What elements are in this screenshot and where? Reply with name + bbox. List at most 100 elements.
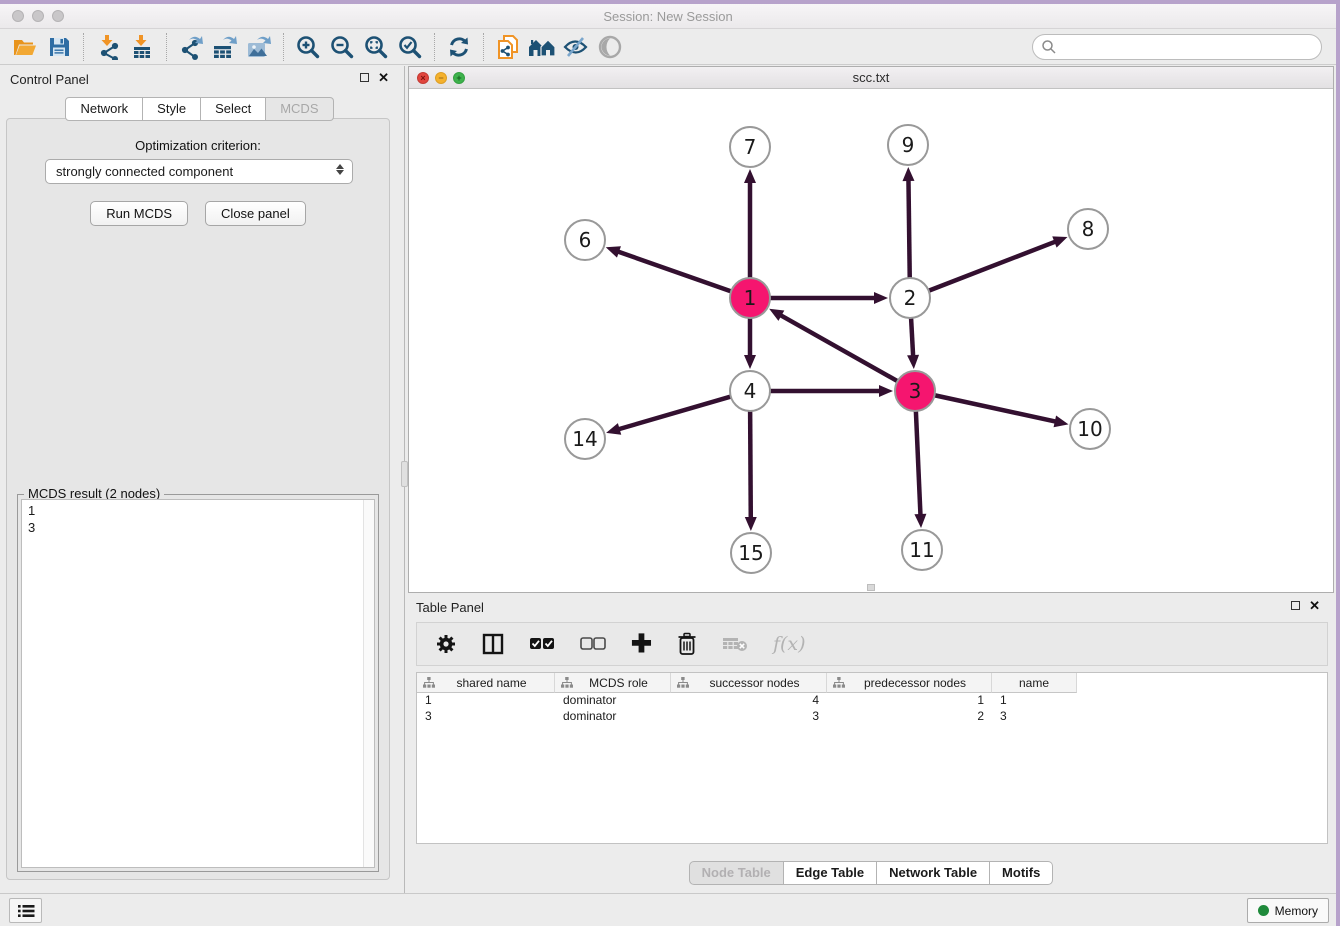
import-table-icon [129, 34, 155, 60]
graph-node-label: 4 [744, 379, 757, 403]
zoom-fit-icon [363, 34, 389, 60]
zoom-in-button[interactable] [291, 31, 325, 63]
tab-network-table[interactable]: Network Table [877, 861, 990, 885]
graph-edge-4-14 [618, 397, 731, 430]
graph-edge-3-1 [780, 315, 898, 381]
table-cell: 3 [992, 709, 1077, 725]
trash-icon [677, 632, 697, 656]
control-panel-title: Control Panel [10, 72, 89, 87]
deselect-all-button[interactable] [580, 630, 606, 658]
table-cell: 1 [827, 693, 992, 709]
optimization-label: Optimization criterion: [7, 138, 389, 153]
import-network-button[interactable] [91, 31, 125, 63]
table-options-button[interactable] [435, 630, 457, 658]
column-header-name[interactable]: name [992, 673, 1077, 693]
memory-status-icon [1258, 905, 1269, 916]
clone-network-button[interactable] [491, 31, 525, 63]
tab-style[interactable]: Style [143, 97, 201, 121]
apply-layout-button[interactable] [442, 31, 476, 63]
tab-node-table[interactable]: Node Table [689, 861, 784, 885]
tab-network[interactable]: Network [65, 97, 143, 121]
close-panel-button[interactable]: Close panel [205, 201, 306, 226]
network-window-titlebar: × − + scc.txt [409, 67, 1333, 89]
column-header-mcds-role[interactable]: MCDS role [555, 673, 671, 693]
graph-arrowhead [745, 517, 757, 531]
save-button[interactable] [42, 31, 76, 63]
table-cell: 3 [417, 709, 555, 725]
mcds-result-list[interactable]: 13 [21, 499, 375, 868]
zoom-selected-button[interactable] [393, 31, 427, 63]
select-all-button[interactable] [529, 630, 555, 658]
graph-arrowhead [744, 355, 756, 369]
float-panel-icon[interactable] [360, 73, 369, 82]
toolbar-separator [483, 33, 484, 61]
add-column-button[interactable]: ✚ [631, 630, 652, 658]
memory-button[interactable]: Memory [1247, 898, 1329, 923]
table-toolbar: ✚ f(x) [416, 622, 1328, 666]
column-sort-icon [561, 677, 573, 688]
close-panel-icon[interactable]: ✕ [378, 72, 389, 83]
eye-slash-icon [562, 35, 590, 59]
column-sort-icon [833, 677, 845, 688]
columns-icon [482, 633, 504, 655]
mcds-panel: Optimization criterion: strongly connect… [6, 118, 390, 880]
apply-function-button: f(x) [773, 630, 806, 658]
table-cell: 2 [827, 709, 992, 725]
desktop-accent-top [0, 0, 1340, 4]
table-body: 1dominator4113dominator323 [417, 693, 1327, 725]
run-mcds-button[interactable]: Run MCDS [90, 201, 188, 226]
zoom-in-icon [295, 34, 321, 60]
canvas-resize-handle-icon[interactable] [867, 584, 875, 591]
optimization-select[interactable]: strongly connected component [45, 159, 353, 184]
panel-splitter[interactable] [401, 66, 408, 893]
search-box[interactable] [1032, 34, 1322, 60]
table-row[interactable]: 3dominator323 [417, 709, 1327, 725]
graph-node-label: 3 [909, 379, 922, 403]
list-item[interactable]: 1 [28, 502, 374, 519]
network-canvas[interactable]: 7968124314101511 [409, 89, 1333, 592]
column-header-shared-name[interactable]: shared name [417, 673, 555, 693]
first-neighbors-button[interactable] [525, 31, 559, 63]
open-file-button[interactable] [8, 31, 42, 63]
list-item[interactable]: 3 [28, 519, 374, 536]
tab-edge-table[interactable]: Edge Table [784, 861, 877, 885]
window-title: Session: New Session [0, 9, 1336, 24]
tab-motifs[interactable]: Motifs [990, 861, 1053, 885]
graph-node-label: 1 [744, 286, 757, 310]
column-header-successor-nodes[interactable]: successor nodes [671, 673, 827, 693]
hide-style-button[interactable] [559, 31, 593, 63]
search-input[interactable] [1057, 37, 1321, 57]
toolbar-separator [83, 33, 84, 61]
graph-arrowhead [744, 169, 756, 183]
delete-column-button[interactable] [677, 630, 697, 658]
graph-node-label: 2 [904, 286, 917, 310]
close-table-panel-icon[interactable]: ✕ [1309, 600, 1320, 611]
splitter-grip-icon[interactable] [401, 461, 408, 487]
graph-node-label: 14 [572, 427, 597, 451]
export-table-button[interactable] [208, 31, 242, 63]
show-columns-button[interactable] [482, 630, 504, 658]
graph-node-label: 9 [902, 133, 915, 157]
eye-disabled-icon [597, 34, 623, 60]
export-network-button[interactable] [174, 31, 208, 63]
table-panel-title: Table Panel [416, 600, 484, 615]
graph-node-label: 6 [579, 228, 592, 252]
table-row[interactable]: 1dominator411 [417, 693, 1327, 709]
export-image-button[interactable] [242, 31, 276, 63]
column-header-predecessor-nodes[interactable]: predecessor nodes [827, 673, 992, 693]
mcds-result-group: MCDS result (2 nodes) 13 [17, 494, 379, 872]
control-panel-tabs: NetworkStyleSelectMCDS [0, 97, 399, 121]
zoom-out-button[interactable] [325, 31, 359, 63]
tab-mcds[interactable]: MCDS [266, 97, 333, 121]
tab-select[interactable]: Select [201, 97, 266, 121]
import-table-button[interactable] [125, 31, 159, 63]
status-bar: Memory [0, 893, 1340, 926]
graph-node-label: 10 [1077, 417, 1102, 441]
zoom-fit-button[interactable] [359, 31, 393, 63]
result-scrollbar[interactable] [363, 500, 374, 867]
float-table-panel-icon[interactable] [1291, 601, 1300, 610]
table-tabs: Node TableEdge TableNetwork TableMotifs [408, 861, 1334, 885]
task-history-button[interactable] [9, 898, 42, 923]
zoom-selected-icon [397, 34, 423, 60]
export-network-icon [177, 34, 205, 60]
